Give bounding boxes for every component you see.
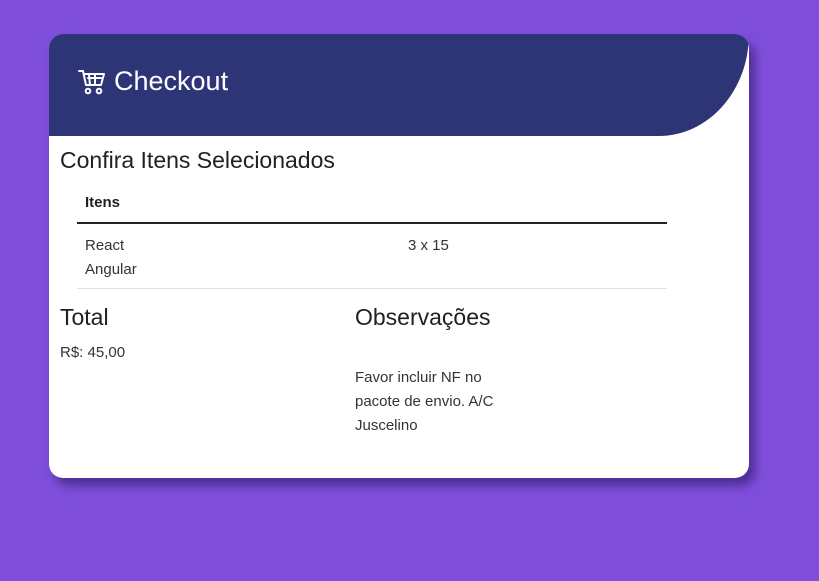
list-item: Angular [85, 261, 137, 278]
shopping-cart-icon [77, 66, 107, 96]
total-label: Total [60, 304, 109, 330]
observations-text: Favor incluir NF no pacote de envio. A/C… [355, 369, 494, 434]
page-title: Checkout [114, 66, 229, 96]
items-table-header: Itens [77, 186, 667, 224]
checkout-card: Checkout Confira Itens Selecionados Iten… [49, 34, 749, 478]
header-title: Checkout [77, 64, 228, 98]
checkout-header: Checkout [49, 34, 749, 136]
list-item: React [85, 237, 125, 254]
table-row: React Angular 3 x 15 [77, 224, 667, 289]
selected-items-title: Confira Itens Selecionados [60, 147, 335, 173]
column-header-itens: Itens [85, 194, 121, 211]
observations-label: Observações [355, 304, 491, 330]
items-table: Itens React Angular 3 x 15 [77, 186, 667, 289]
total-value: R$: 45,00 [60, 344, 126, 361]
items-list: React Angular [85, 234, 137, 282]
quantity-text: 3 x 15 [408, 237, 449, 254]
